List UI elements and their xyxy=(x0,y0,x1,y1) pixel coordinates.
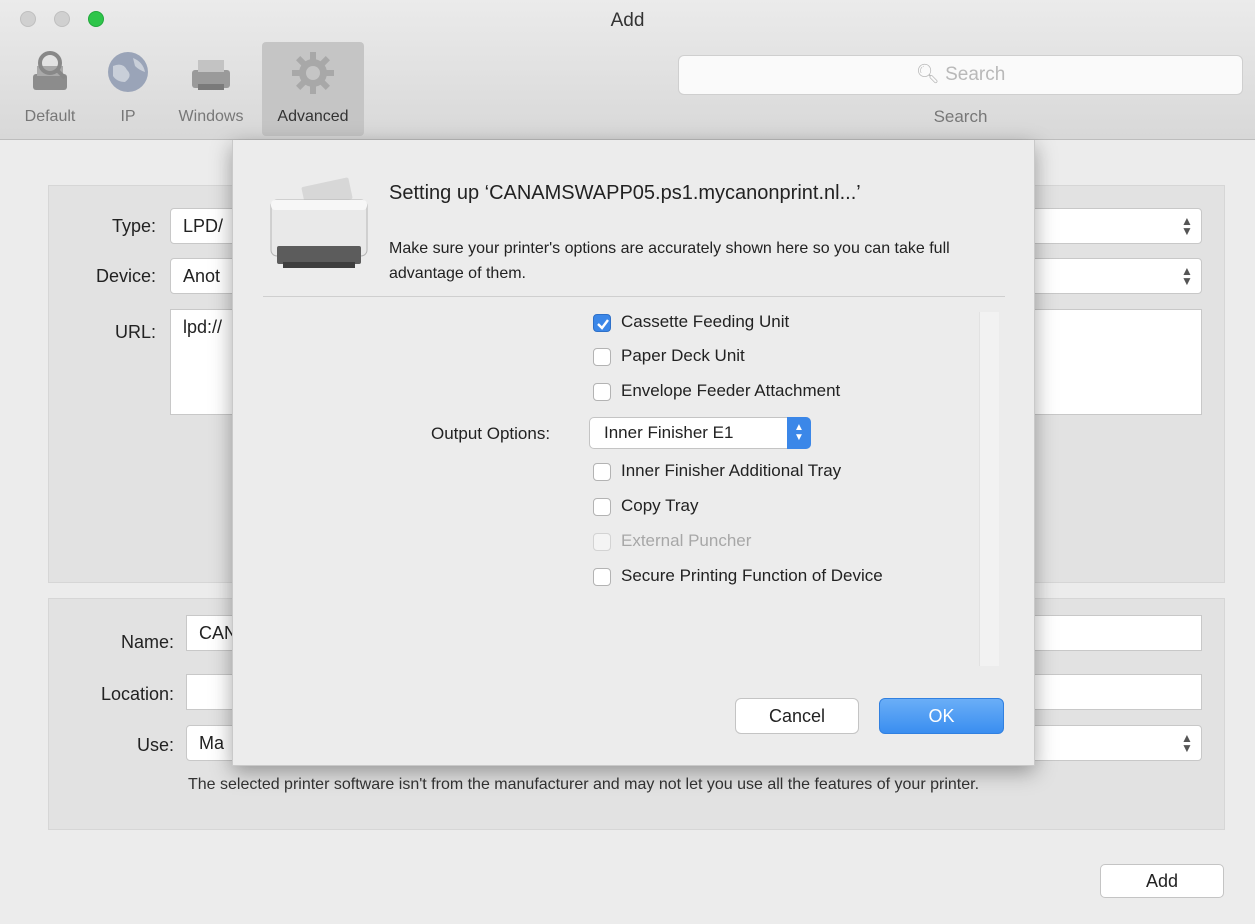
option-label: Secure Printing Function of Device xyxy=(621,566,883,585)
windows-printer-icon xyxy=(192,60,230,90)
popup-arrows-icon: ▲ ▼ xyxy=(787,417,811,449)
printer-icon xyxy=(270,177,368,268)
popup-arrows-icon: ▲ ▼ xyxy=(1181,214,1193,238)
use-label: Use: xyxy=(136,735,174,755)
gear-icon xyxy=(292,52,334,94)
sheet-message: Make sure your printer's options are acc… xyxy=(389,240,950,282)
option-label: Cassette Feeding Unit xyxy=(621,312,790,331)
option-label: Copy Tray xyxy=(621,496,699,515)
add-printer-window: Add Default IP Windows Advanced 🔍︎ Searc… xyxy=(0,0,1255,924)
options-scrollbar[interactable] xyxy=(979,312,999,666)
ok-button[interactable]: OK xyxy=(879,698,1004,734)
toolbar-windows[interactable]: Windows xyxy=(166,42,256,136)
type-label: Type: xyxy=(111,216,156,236)
device-label: Device: xyxy=(95,266,156,286)
option-label: Envelope Feeder Attachment xyxy=(621,381,841,400)
output-options-value: Inner Finisher E1 xyxy=(604,423,734,442)
printer-options-sheet: Setting up ‘CANAMSWAPP05.ps1.mycanonprin… xyxy=(232,140,1035,766)
option-label: Inner Finisher Additional Tray xyxy=(621,461,842,480)
search-input[interactable]: 🔍︎ Search xyxy=(678,55,1243,95)
location-label: Location: xyxy=(100,684,174,704)
popup-arrows-icon: ▲ ▼ xyxy=(1181,731,1193,755)
checkbox-checked[interactable] xyxy=(593,314,611,332)
search-label: Search xyxy=(933,107,988,126)
titlebar-toolbar: Add Default IP Windows Advanced 🔍︎ Searc… xyxy=(0,0,1255,140)
output-options-label: Output Options: xyxy=(431,424,551,443)
url-label: URL: xyxy=(114,322,156,342)
checkbox[interactable] xyxy=(593,383,611,401)
device-value: Anot xyxy=(183,266,221,286)
checkbox[interactable] xyxy=(593,568,611,586)
window-title: Add xyxy=(610,10,645,31)
toolbar-default[interactable]: Default xyxy=(12,42,88,136)
toolbar-ip-label: IP xyxy=(120,108,136,125)
toolbar-ip[interactable]: IP xyxy=(96,42,160,136)
separator xyxy=(263,296,1005,297)
output-options-popup[interactable]: Inner Finisher E1 ▲ ▼ xyxy=(589,417,811,449)
type-value: LPD/ xyxy=(183,216,224,236)
popup-arrows-icon: ▲ ▼ xyxy=(1181,264,1193,288)
default-printer-icon xyxy=(33,51,67,90)
toolbar-default-label: Default xyxy=(24,108,76,125)
option-label: Paper Deck Unit xyxy=(621,346,745,365)
url-value: lpd:// xyxy=(183,317,223,337)
checkbox-disabled xyxy=(593,533,611,551)
checkbox[interactable] xyxy=(593,498,611,516)
search-icon: 🔍︎ xyxy=(915,64,940,85)
globe-icon xyxy=(108,52,148,92)
use-value: Ma xyxy=(199,733,225,753)
option-label: External Puncher xyxy=(621,531,752,550)
cancel-button[interactable]: Cancel xyxy=(735,698,859,734)
checkmark-icon xyxy=(597,319,609,330)
checkbox[interactable] xyxy=(593,463,611,481)
sheet-title: Setting up ‘CANAMSWAPP05.ps1.mycanonprin… xyxy=(389,182,861,204)
toolbar-advanced-label: Advanced xyxy=(277,108,349,125)
toolbar-windows-label: Windows xyxy=(178,108,244,125)
toolbar-advanced[interactable]: Advanced xyxy=(262,42,364,136)
search-placeholder: Search xyxy=(945,64,1006,85)
checkbox[interactable] xyxy=(593,348,611,366)
add-button[interactable]: Add xyxy=(1100,864,1224,898)
driver-warning-text: The selected printer software isn't from… xyxy=(188,776,980,793)
name-label: Name: xyxy=(120,632,174,652)
